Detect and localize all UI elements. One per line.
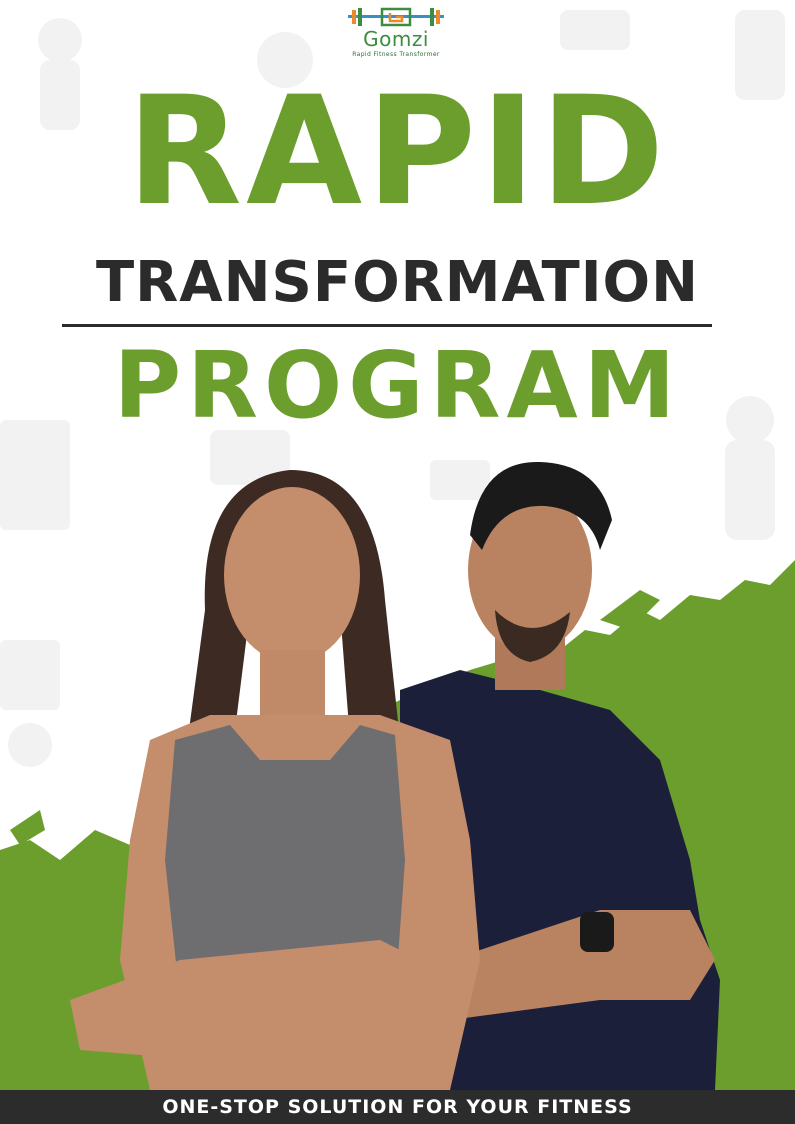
trainers-photo: [70, 461, 720, 1090]
brand-name: Gomzi: [363, 27, 429, 51]
dumbbell-icon: [348, 7, 444, 27]
headline-rapid: RAPID: [126, 65, 669, 239]
headline-program: PROGRAM: [113, 332, 682, 439]
brand-tagline: Rapid Fitness Transformer: [352, 51, 440, 58]
footer-bar: ONE-STOP SOLUTION FOR YOUR FITNESS: [0, 1090, 795, 1124]
fitness-person-icon: [38, 18, 82, 62]
headline-transformation: TRANSFORMATION: [95, 250, 700, 315]
footer-slogan: ONE-STOP SOLUTION FOR YOUR FITNESS: [162, 1096, 633, 1118]
headline-divider: [62, 324, 712, 327]
female-trainer: [70, 470, 480, 1090]
gomzi-logo: Gomzi Rapid Fitness Transformer: [340, 6, 452, 60]
